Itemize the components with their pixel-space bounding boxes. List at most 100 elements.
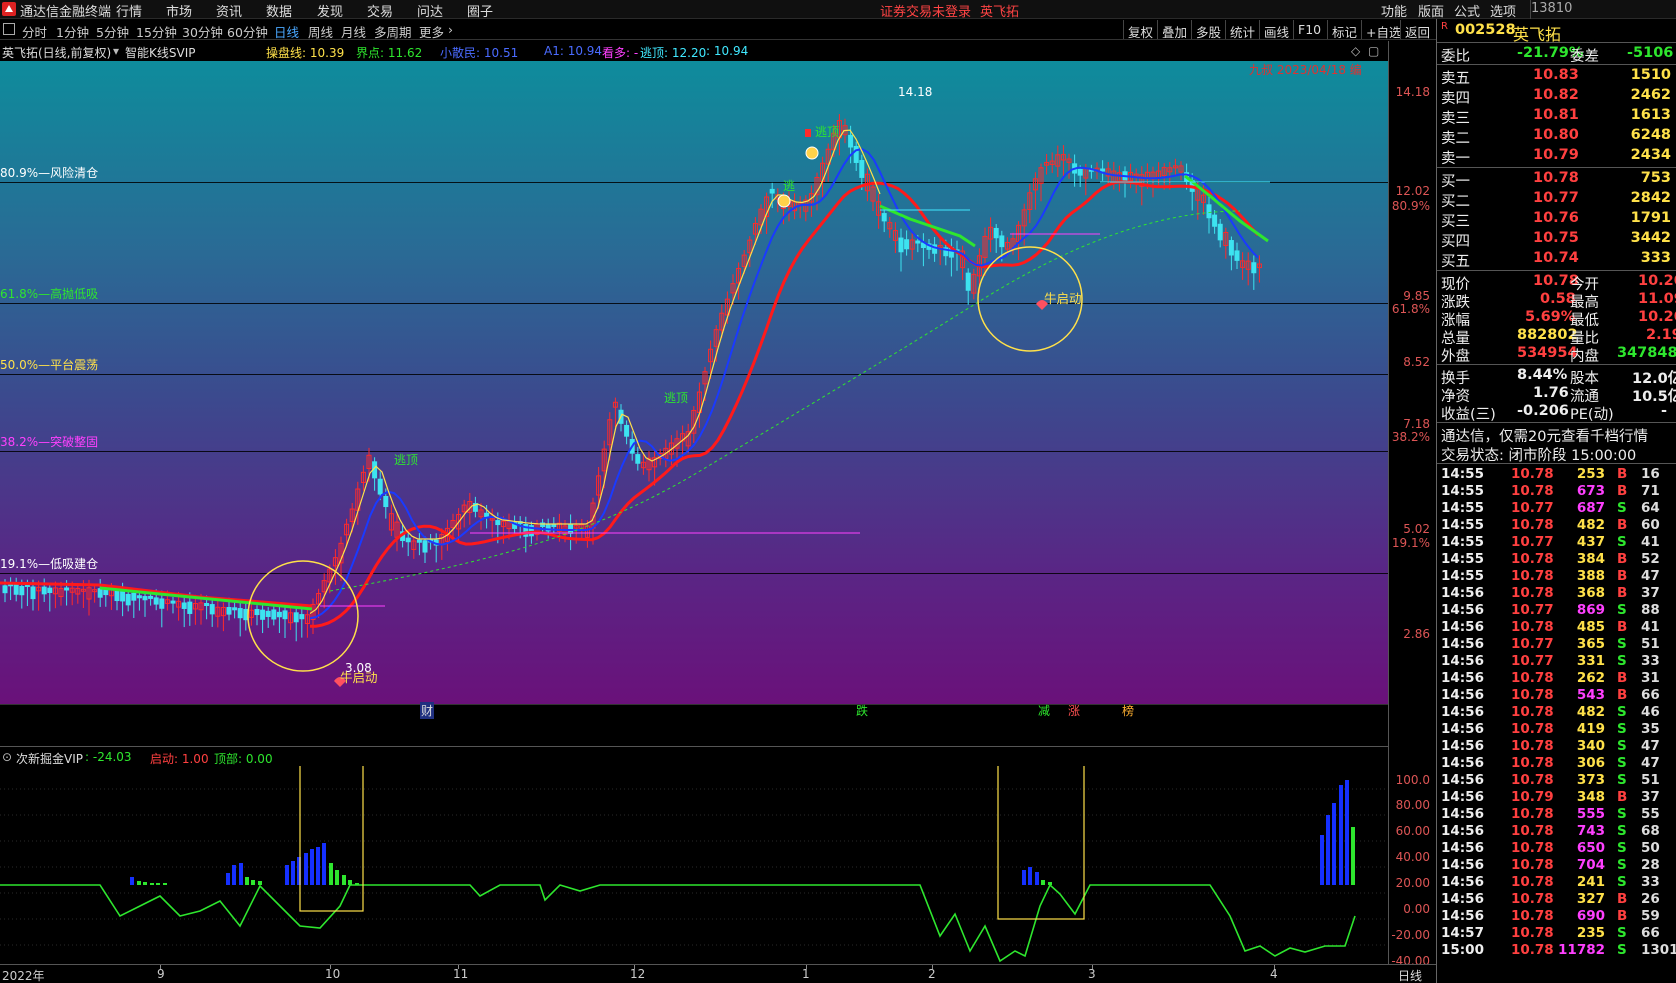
- add-watchlist-button[interactable]: +自选: [1361, 20, 1405, 40]
- niu-qidong-label-2: 牛启动: [1044, 291, 1082, 306]
- period-monthly[interactable]: 月线: [341, 22, 366, 41]
- menu-zixun[interactable]: 资讯: [216, 1, 242, 20]
- period-1min[interactable]: 1分钟: [56, 22, 89, 41]
- indicator-bar: [329, 863, 333, 885]
- ind-axis-20: 20.00: [1395, 876, 1430, 890]
- indicator-bar: [258, 881, 262, 885]
- menu-quanzi[interactable]: 圈子: [467, 1, 493, 20]
- jingzi-row: 净资 1.76 流通 10.5亿: [1441, 385, 1676, 405]
- period-toolbar: 分时 1分钟 5分钟 15分钟 30分钟 60分钟 日线 周线 月线 多周期 更…: [0, 19, 1676, 40]
- indicator-bar: [1339, 785, 1343, 885]
- indicator-bar: [304, 853, 308, 885]
- indicator-bar: [342, 875, 346, 885]
- menu-jiaoyi[interactable]: 交易: [367, 1, 393, 20]
- sell-level-3[interactable]: 卖三 10.81 1613: [1437, 106, 1676, 127]
- fuquan-button[interactable]: 复权: [1123, 20, 1157, 40]
- indicator-bar: [150, 883, 154, 885]
- event-jian[interactable]: 减: [1038, 702, 1050, 719]
- tick-row: 14:56 10.78 373 S 51: [1441, 772, 1660, 788]
- indicator-bar: [1320, 835, 1324, 885]
- indicator-bar: [143, 882, 147, 885]
- axis-191: 19.1%: [1391, 536, 1430, 550]
- period-fenshi[interactable]: 分时: [22, 22, 47, 41]
- event-cai[interactable]: 财: [420, 702, 435, 719]
- diamond-icon[interactable]: ◇: [1351, 44, 1360, 58]
- biaoji-button[interactable]: 标记: [1327, 20, 1361, 40]
- period-5min[interactable]: 5分钟: [96, 22, 129, 41]
- account-id: 13810: [1531, 1, 1573, 16]
- tick-row: 14:56 10.78 368 B 37: [1441, 585, 1660, 601]
- menu-bar: 通达信金融终端 行情 市场 资讯 数据 发现 交易 问达 圈子 证券交易未登录 …: [0, 0, 1676, 20]
- menu-faxian[interactable]: 发现: [317, 1, 343, 20]
- tick-row: 14:56 10.77 331 S 33: [1441, 653, 1660, 669]
- event-bang[interactable]: 榜: [1122, 702, 1134, 719]
- period-60min[interactable]: 60分钟: [227, 22, 268, 41]
- window-icon[interactable]: [3, 23, 15, 35]
- tick-row: 14:56 10.78 543 B 66: [1441, 687, 1660, 703]
- back-button[interactable]: 返回: [1400, 20, 1434, 40]
- period-weekly[interactable]: 周线: [308, 22, 333, 41]
- indicator-settings-icon[interactable]: ⊙: [2, 750, 12, 764]
- indicator-bar: [1035, 872, 1039, 885]
- tick-row: 14:55 10.78 673 B 71: [1441, 483, 1660, 499]
- menu-hangqing[interactable]: 行情: [116, 1, 142, 20]
- sell-level-5[interactable]: 卖五 10.83 1510: [1437, 66, 1676, 87]
- buy-level-3[interactable]: 买三 10.76 1791: [1437, 209, 1676, 230]
- date-period[interactable]: 日线: [1398, 967, 1422, 983]
- period-30min[interactable]: 30分钟: [182, 22, 223, 41]
- chevron-right-icon[interactable]: ›: [448, 22, 453, 37]
- menu-shichang[interactable]: 市场: [166, 1, 192, 20]
- ind-axis-m20: -20.00: [1391, 928, 1430, 942]
- duogu-button[interactable]: 多股: [1191, 20, 1225, 40]
- axis-382: 38.2%: [1391, 430, 1430, 444]
- tick-row: 14:55 10.78 253 B 16: [1441, 466, 1660, 482]
- event-die[interactable]: 跌: [856, 702, 868, 719]
- period-multi[interactable]: 多周期: [374, 22, 412, 41]
- menu-gongshi[interactable]: 公式: [1454, 1, 1480, 20]
- tick-row: 14:56 10.78 485 B 41: [1441, 619, 1660, 635]
- menu-gongneng[interactable]: 功能: [1381, 1, 1407, 20]
- menu-banmian[interactable]: 版面: [1418, 1, 1444, 20]
- ad-banner[interactable]: 通达信，仅需20元查看千档行情: [1437, 424, 1676, 445]
- indicator-name[interactable]: 次新掘金VIP: [16, 750, 83, 767]
- tick-row: 14:55 10.77 687 S 64: [1441, 500, 1660, 516]
- diejia-button[interactable]: 叠加: [1157, 20, 1191, 40]
- event-zhang[interactable]: 涨: [1068, 702, 1080, 719]
- sell-level-1[interactable]: 卖一 10.79 2434: [1437, 146, 1676, 167]
- buy-level-1[interactable]: 买一 10.78 753: [1437, 169, 1676, 190]
- money-bag-icon: [777, 194, 791, 208]
- buy-level-2[interactable]: 买二 10.77 2842: [1437, 189, 1676, 210]
- menu-shuju[interactable]: 数据: [266, 1, 292, 20]
- sell-level-2[interactable]: 卖二 10.80 6248: [1437, 126, 1676, 147]
- sell-level-4[interactable]: 卖四 10.82 2462: [1437, 86, 1676, 107]
- trade-status: 交易状态: 闭市阶段 15:00:00: [1441, 448, 1637, 464]
- zhangfu-row: 涨幅5.69%最低10.20: [1441, 309, 1676, 329]
- menu-xuanxiang[interactable]: 选项: [1490, 1, 1516, 20]
- tongji-button[interactable]: 统计: [1225, 20, 1259, 40]
- tick-row: 14:56 10.78 262 B 31: [1441, 670, 1660, 686]
- huaxian-button[interactable]: 画线: [1259, 20, 1293, 40]
- tick-row: 14:56 10.78 241 S 33: [1441, 874, 1660, 890]
- ind-axis-0: 0.00: [1403, 902, 1430, 916]
- buy-level-5[interactable]: 买五 10.74 333: [1437, 249, 1676, 270]
- taoding-signal-3: 逃顶: [815, 125, 840, 139]
- axis-718: 7.18: [1403, 417, 1430, 431]
- chevron-down-icon[interactable]: ▾: [113, 44, 119, 58]
- f10-button[interactable]: F10: [1293, 20, 1325, 39]
- period-15min[interactable]: 15分钟: [136, 22, 177, 41]
- tick-row: 14:56 10.78 704 S 28: [1441, 857, 1660, 873]
- indicator-bar: [285, 865, 289, 885]
- candlestick-chart[interactable]: 80.9%—风险清仓 61.8%—高抛低吸 50.0%—平台震荡 38.2%—突…: [0, 61, 1388, 704]
- maximize-icon[interactable]: ▢: [1368, 44, 1379, 58]
- xiaosanmin-value: 小散民: 10.51: [440, 46, 519, 60]
- buy-level-4[interactable]: 买四 10.75 3442: [1437, 229, 1676, 250]
- indicator-bar: [163, 883, 167, 885]
- period-daily[interactable]: 日线: [274, 22, 299, 41]
- period-more[interactable]: 更多: [419, 22, 444, 41]
- menu-wenda[interactable]: 问达: [417, 1, 443, 20]
- indicator-pane[interactable]: [0, 766, 1388, 964]
- weibi-row: 委比 -21.79% 委差 -5106: [1441, 45, 1674, 65]
- login-notice[interactable]: 证券交易未登录: [880, 1, 971, 20]
- tick-row: 14:56 10.78 340 S 47: [1441, 738, 1660, 754]
- indicator-main-name[interactable]: 智能K线SVIP: [125, 44, 195, 61]
